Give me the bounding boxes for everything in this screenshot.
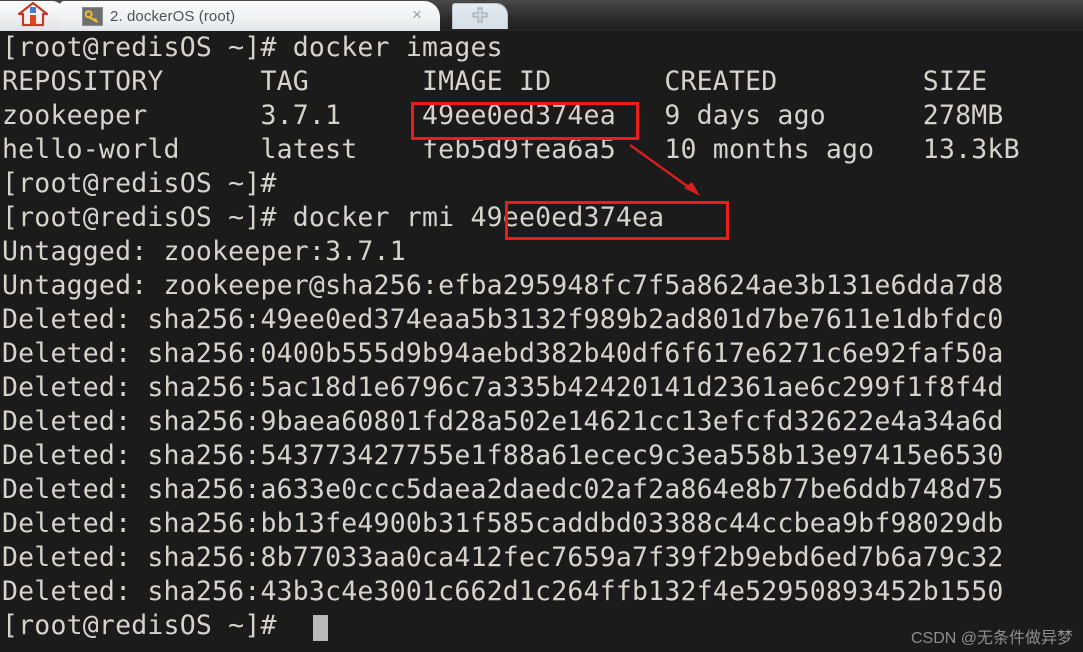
- terminal-line: Deleted: sha256:49ee0ed374eaa5b3132f989b…: [2, 304, 1004, 335]
- terminal-line: hello-world latest feb5d9fea6a5 10 month…: [2, 134, 1020, 165]
- terminal-line: REPOSITORY TAG IMAGE ID CREATED SIZE: [2, 66, 988, 97]
- terminal-cursor: [313, 615, 328, 641]
- csdn-watermark: CSDN @无条件做异梦: [910, 630, 1073, 647]
- session-tab-label: 2. dockerOS (root): [110, 7, 236, 25]
- terminal-line: [root@redisOS ~]# docker images: [2, 32, 503, 63]
- terminal-line: Untagged: zookeeper:3.7.1: [2, 236, 406, 267]
- terminal-output[interactable]: [root@redisOS ~]# docker images REPOSITO…: [0, 31, 1083, 652]
- terminal-line: Deleted: sha256:5ac18d1e6796c7a335b42420…: [2, 372, 1004, 403]
- new-tab-button[interactable]: [452, 3, 508, 29]
- xshell-window: 2. dockerOS (root) × [root@redisOS ~]# d…: [0, 0, 1083, 652]
- terminal-line: Untagged: zookeeper@sha256:efba295948fc7…: [2, 270, 1004, 301]
- terminal-line: Deleted: sha256:a633e0ccc5daea2daedc02af…: [2, 474, 1004, 505]
- session-tab[interactable]: 2. dockerOS (root) ×: [60, 1, 440, 31]
- key-icon: [82, 6, 103, 26]
- terminal-line: Deleted: sha256:0400b555d9b94aebd382b40d…: [2, 338, 1004, 369]
- plus-icon: [472, 7, 488, 27]
- terminal-line: Deleted: sha256:8b77033aa0ca412fec7659a7…: [2, 542, 1004, 573]
- terminal-line: Deleted: sha256:bb13fe4900b31f585caddbd0…: [2, 508, 1004, 539]
- terminal-line: [root@redisOS ~]# docker rmi 49ee0ed374e…: [2, 202, 665, 233]
- terminal-line: Deleted: sha256:9baea60801fd28a502e14621…: [2, 406, 1004, 437]
- terminal-line: Deleted: sha256:543773427755e1f88a61ecec…: [2, 440, 1004, 471]
- close-icon[interactable]: ×: [408, 6, 426, 24]
- terminal-line: Deleted: sha256:43b3c4e3001c662d1c264ffb…: [2, 576, 1004, 607]
- tab-bar: 2. dockerOS (root) ×: [0, 0, 1083, 31]
- home-icon: [17, 1, 48, 31]
- home-tab[interactable]: [0, 1, 66, 31]
- terminal-line: zookeeper 3.7.1 49ee0ed374ea 9 days ago …: [2, 100, 1004, 131]
- terminal-line: [root@redisOS ~]#: [2, 168, 277, 199]
